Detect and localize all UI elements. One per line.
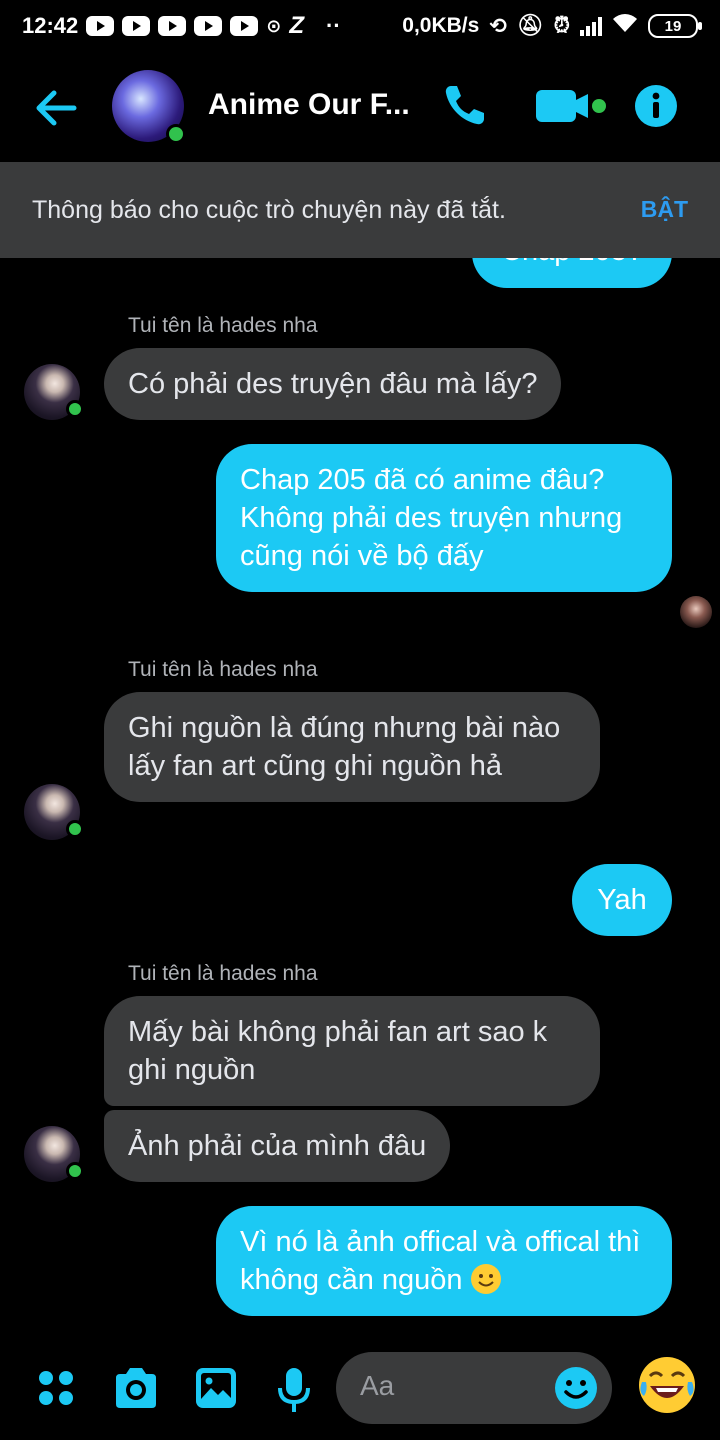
message-bubble-incoming[interactable]: Ghi nguồn là đúng nhưng bài nào lấy fan …: [104, 692, 600, 802]
quick-reaction-button[interactable]: [636, 1354, 698, 1421]
message-bubble-outgoing[interactable]: Vì nó là ảnh offical và offical thì khôn…: [216, 1206, 672, 1316]
message-bubble-incoming[interactable]: Mấy bài không phải fan art sao k ghi ngu…: [104, 996, 600, 1106]
smiling-face-emoji: [470, 1264, 501, 1294]
four-dots-icon: [39, 1371, 73, 1405]
muted-notification-banner: Thông báo cho cuộc trò chuyện này đã tắt…: [0, 162, 720, 258]
composer-bar: [0, 1350, 720, 1430]
online-indicator: [66, 400, 84, 418]
message-text: Yah: [597, 884, 647, 916]
image-icon: [196, 1368, 236, 1408]
sender-name: Tui tên là hades nha: [128, 962, 318, 985]
gallery-button[interactable]: [194, 1366, 238, 1415]
message-text: Ghi nguồn là đúng nhưng bài nào lấy fan …: [128, 712, 561, 782]
emoji-picker-button[interactable]: [554, 1366, 598, 1415]
microphone-icon: [278, 1368, 310, 1412]
emoji-icon: [555, 1367, 597, 1409]
message-input-container: [336, 1352, 612, 1424]
turn-on-notifications-button[interactable]: BẬT: [641, 196, 688, 223]
online-indicator: [66, 1162, 84, 1180]
laughing-face-icon: [639, 1357, 695, 1413]
message-bubble-outgoing[interactable]: Chap 205 đã có anime đâu? Không phải des…: [216, 444, 672, 592]
online-indicator: [66, 820, 84, 838]
message-bubble-incoming[interactable]: Ảnh phải của mình đâu: [104, 1110, 451, 1182]
message-text: Mấy bài không phải fan art sao k ghi ngu…: [128, 1016, 548, 1086]
more-actions-button[interactable]: [36, 1368, 76, 1413]
sender-avatar[interactable]: [24, 1126, 84, 1182]
camera-button[interactable]: [112, 1366, 160, 1415]
sender-avatar[interactable]: [24, 784, 84, 840]
sender-name: Tui tên là hades nha: [128, 314, 318, 337]
message-text: Có phải des truyện đâu mà lấy?: [128, 368, 538, 400]
message-text: Chap 205 đã có anime đâu? Không phải des…: [240, 464, 623, 572]
seen-receipt-avatar: [680, 596, 712, 628]
message-input[interactable]: [360, 1370, 540, 1402]
sender-avatar[interactable]: [24, 364, 84, 420]
message-text: Ảnh phải của mình đâu: [128, 1130, 427, 1162]
message-bubble-incoming[interactable]: Có phải des truyện đâu mà lấy?: [104, 348, 562, 420]
sender-name: Tui tên là hades nha: [128, 658, 318, 681]
message-bubble-outgoing[interactable]: Yah: [572, 864, 672, 936]
voice-message-button[interactable]: [276, 1366, 312, 1419]
message-text: Vì nó là ảnh offical và offical thì khôn…: [240, 1226, 641, 1296]
banner-text: Thông báo cho cuộc trò chuyện này đã tắt…: [32, 195, 506, 224]
camera-icon: [116, 1368, 156, 1408]
